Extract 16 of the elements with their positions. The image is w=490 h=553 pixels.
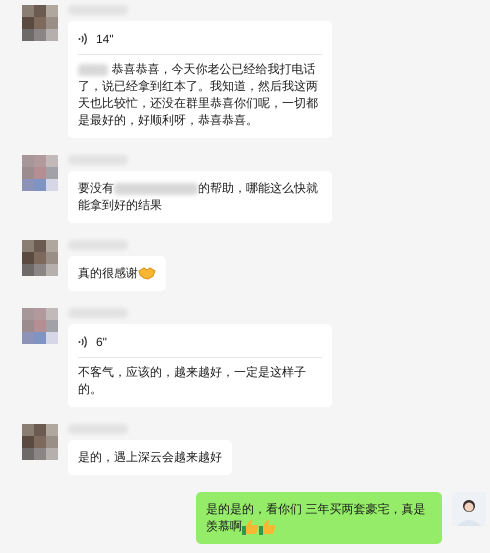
message-text: 羡慕啊 [206, 518, 242, 535]
message-text: 要没有 的帮助，哪能这么快就能拿到好的结果 [78, 180, 319, 214]
voice-icon [78, 335, 88, 349]
voice-icon [78, 32, 88, 46]
thumbs-up-icon [259, 519, 276, 535]
voice-duration: 6" [96, 334, 107, 351]
voice-message[interactable]: 6" [78, 333, 322, 351]
message-text: 恭喜恭喜，今天你老公已经给我打电话了，说已经拿到红本了。我知道，然后我这两天也比较忙，还没在群里恭喜你们呢，一切都是最好的，好顺利呀，恭喜恭喜。 [78, 61, 319, 129]
avatar[interactable] [452, 492, 486, 526]
message-text: 是的，遇上深云会越来越好 [78, 449, 222, 466]
message-text: 真的很感谢 [78, 265, 138, 282]
message-text: 不客气，应该的，越来越好，一定是这样子的。 [78, 364, 307, 398]
voice-duration: 14" [96, 31, 114, 48]
message-text: 是的是的，看你们 三年买两套豪宅，真是 [206, 501, 426, 518]
thumbs-up-icon [242, 519, 259, 535]
voice-message[interactable]: 14" [78, 30, 322, 48]
